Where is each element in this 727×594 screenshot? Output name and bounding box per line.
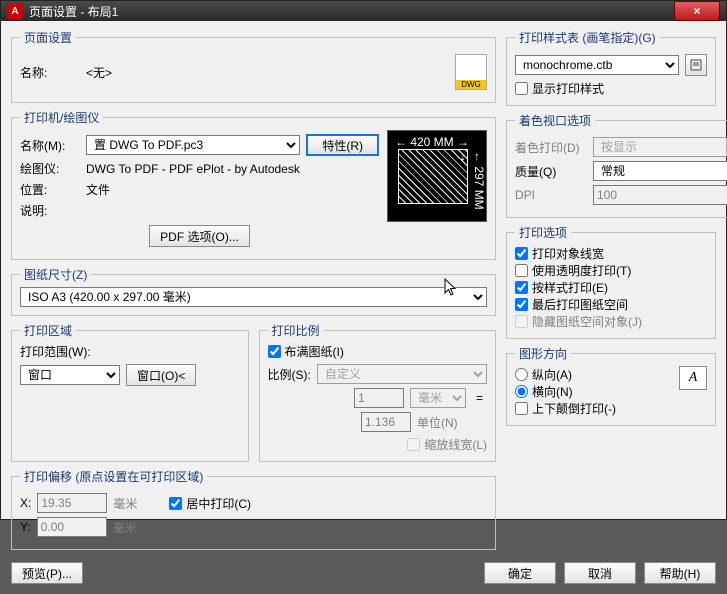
plotter-value: DWG To PDF - PDF ePlot - by Autodesk bbox=[86, 162, 300, 176]
plot-transparency-checkbox[interactable]: 使用透明度打印(T) bbox=[515, 262, 707, 279]
printer-name-label: 名称(M): bbox=[20, 137, 80, 154]
location-label: 位置: bbox=[20, 181, 80, 198]
plot-range-select[interactable]: 窗口 bbox=[20, 365, 120, 385]
preview-button[interactable]: 预览(P)... bbox=[11, 562, 83, 584]
cancel-button[interactable]: 取消 bbox=[564, 562, 636, 584]
shaded-viewport-group: 着色视口选项 着色打印(D) 按显示 质量(Q) 常规 DPI bbox=[506, 112, 727, 218]
plot-scale-legend: 打印比例 bbox=[268, 322, 324, 339]
scale-units-a-input bbox=[354, 388, 404, 408]
orientation-group: 图形方向 纵向(A) 横向(N) 上下颠倒打印(-) A bbox=[506, 345, 716, 426]
equals-sign: = bbox=[472, 391, 487, 405]
offset-y-unit: 毫米 bbox=[113, 519, 137, 536]
plot-style-table-select[interactable]: monochrome.ctb bbox=[515, 55, 679, 75]
offset-y-label: Y: bbox=[20, 520, 31, 534]
printer-legend: 打印机/绘图仪 bbox=[20, 109, 103, 126]
quality-label: 质量(Q) bbox=[515, 163, 587, 180]
plot-lineweights-checkbox[interactable]: 打印对象线宽 bbox=[515, 245, 707, 262]
plot-paperspace-last-checkbox[interactable]: 最后打印图纸空间 bbox=[515, 296, 707, 313]
scale-ratio-select: 自定义 bbox=[317, 364, 487, 384]
name-value: <无> bbox=[86, 64, 112, 81]
dwg-icon bbox=[455, 54, 487, 90]
portrait-radio[interactable]: 纵向(A) bbox=[515, 366, 679, 383]
paper-size-group: 图纸尺寸(Z) ISO A3 (420.00 x 297.00 毫米) bbox=[11, 266, 496, 316]
scale-lineweights-checkbox: 缩放线宽(L) bbox=[268, 436, 488, 453]
display-plot-styles-checkbox[interactable]: 显示打印样式 bbox=[515, 80, 707, 97]
description-label: 说明: bbox=[20, 202, 80, 219]
fit-to-paper-checkbox[interactable]: 布满图纸(I) bbox=[268, 343, 488, 360]
titlebar: A 页面设置 - 布局1 × bbox=[1, 1, 726, 21]
scale-ratio-label: 比例(S): bbox=[268, 366, 311, 383]
edit-style-table-button[interactable] bbox=[685, 54, 707, 76]
plot-options-group: 打印选项 打印对象线宽 使用透明度打印(T) 按样式打印(E) 最后打印图纸空间… bbox=[506, 224, 716, 339]
plotter-label: 绘图仪: bbox=[20, 160, 80, 177]
plot-scale-group: 打印比例 布满图纸(I) 比例(S): 自定义 毫米 = bbox=[259, 322, 497, 462]
center-plot-checkbox[interactable]: 居中打印(C) bbox=[169, 495, 251, 512]
plot-style-table-group: 打印样式表 (画笔指定)(G) monochrome.ctb 显示打印样式 bbox=[506, 29, 716, 106]
paper-preview: ← 420 MM → ← 297 MM → bbox=[387, 130, 487, 222]
preview-height-label: ← 297 MM → bbox=[458, 151, 486, 221]
shaded-viewport-legend: 着色视口选项 bbox=[515, 112, 595, 129]
paper-size-legend: 图纸尺寸(Z) bbox=[20, 266, 91, 283]
plot-area-group: 打印区域 打印范围(W): 窗口 窗口(O)< bbox=[11, 322, 249, 462]
offset-y-input bbox=[37, 517, 107, 537]
ok-button[interactable]: 确定 bbox=[484, 562, 556, 584]
printer-name-select[interactable]: 置 DWG To PDF.pc3 bbox=[86, 135, 300, 155]
offset-x-input bbox=[37, 493, 107, 513]
hide-paperspace-checkbox: 隐藏图纸空间对象(J) bbox=[515, 313, 707, 330]
shade-plot-label: 着色打印(D) bbox=[515, 139, 587, 156]
page-setup-legend: 页面设置 bbox=[20, 29, 76, 46]
dpi-input bbox=[593, 185, 727, 205]
paper-size-select[interactable]: ISO A3 (420.00 x 297.00 毫米) bbox=[20, 287, 487, 307]
help-button[interactable]: 帮助(H) bbox=[644, 562, 716, 584]
plot-range-label: 打印范围(W): bbox=[20, 343, 240, 360]
edit-icon bbox=[690, 59, 702, 71]
name-label: 名称: bbox=[20, 64, 80, 81]
window-pick-button[interactable]: 窗口(O)< bbox=[126, 364, 196, 386]
printer-group: 打印机/绘图仪 名称(M): 置 DWG To PDF.pc3 特性(R) 绘图… bbox=[11, 109, 496, 260]
pdf-options-button[interactable]: PDF 选项(O)... bbox=[149, 225, 250, 247]
offset-x-label: X: bbox=[20, 496, 31, 510]
landscape-radio[interactable]: 横向(N) bbox=[515, 383, 679, 400]
scale-units-b-input bbox=[361, 412, 411, 432]
location-value: 文件 bbox=[86, 181, 110, 198]
close-button[interactable]: × bbox=[674, 1, 720, 21]
offset-x-unit: 毫米 bbox=[113, 495, 137, 512]
scale-units-a-select: 毫米 bbox=[410, 388, 466, 408]
orientation-icon: A bbox=[679, 366, 707, 390]
plot-with-styles-checkbox[interactable]: 按样式打印(E) bbox=[515, 279, 707, 296]
preview-width-label: ← 420 MM → bbox=[388, 135, 476, 149]
printer-properties-button[interactable]: 特性(R) bbox=[306, 134, 379, 156]
plot-style-table-legend: 打印样式表 (画笔指定)(G) bbox=[515, 29, 660, 46]
app-icon: A bbox=[7, 3, 23, 19]
dpi-label: DPI bbox=[515, 188, 587, 202]
shade-plot-select: 按显示 bbox=[593, 137, 727, 157]
scale-units-b-label: 单位(N) bbox=[417, 414, 487, 431]
window-title: 页面设置 - 布局1 bbox=[29, 3, 674, 20]
orientation-legend: 图形方向 bbox=[515, 345, 571, 362]
quality-select[interactable]: 常规 bbox=[593, 161, 727, 181]
plot-offset-legend: 打印偏移 (原点设置在可打印区域) bbox=[20, 468, 207, 485]
plot-area-legend: 打印区域 bbox=[20, 322, 76, 339]
upside-down-checkbox[interactable]: 上下颠倒打印(-) bbox=[515, 400, 679, 417]
plot-offset-group: 打印偏移 (原点设置在可打印区域) X: 毫米 居中打印(C) Y: 毫米 bbox=[11, 468, 496, 550]
plot-options-legend: 打印选项 bbox=[515, 224, 571, 241]
page-setup-group: 页面设置 名称: <无> bbox=[11, 29, 496, 103]
